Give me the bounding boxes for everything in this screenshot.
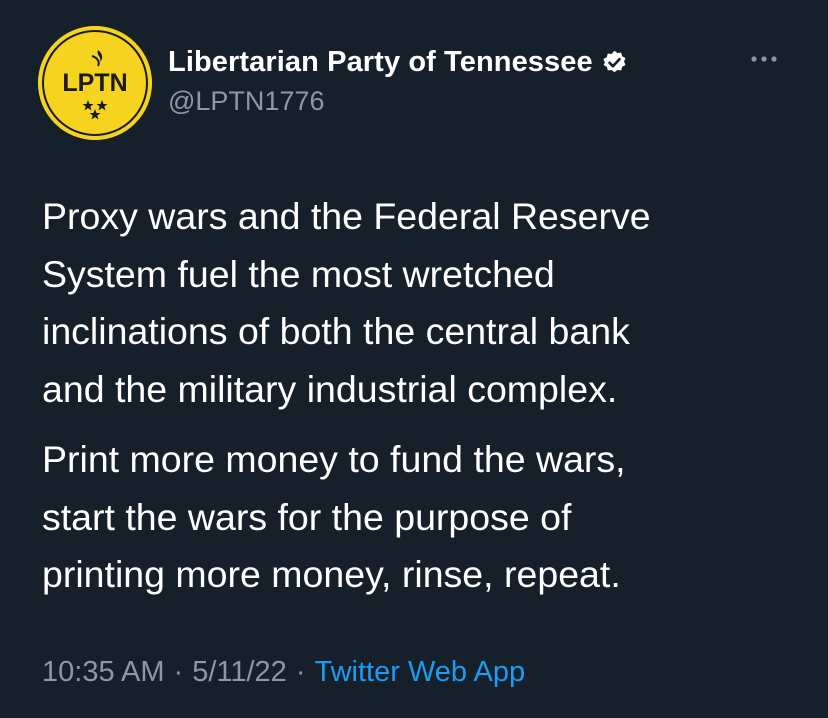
author-name[interactable]: Libertarian Party of Tennessee bbox=[168, 46, 593, 79]
tweet-card: LPTN Libertarian Party of Tennessee @LPT… bbox=[0, 0, 828, 718]
tweet-paragraph: Print more money to fund the wars, start… bbox=[42, 438, 626, 595]
meta-separator: · bbox=[173, 656, 184, 688]
more-options-button[interactable] bbox=[744, 46, 784, 72]
tweet-time[interactable]: 10:35 AM bbox=[42, 656, 165, 689]
tweet-text: Proxy wars and the Federal Reserve Syste… bbox=[42, 188, 812, 604]
meta-separator: · bbox=[295, 656, 306, 688]
tweet-paragraph: Proxy wars and the Federal Reserve Syste… bbox=[42, 195, 651, 410]
avatar-text: LPTN bbox=[62, 69, 127, 97]
avatar[interactable]: LPTN bbox=[38, 26, 152, 140]
verified-badge-icon bbox=[601, 49, 628, 76]
tweet-meta: 10:35 AM · 5/11/22 · Twitter Web App bbox=[42, 656, 525, 689]
lptn-logo-icon: LPTN bbox=[38, 26, 152, 140]
author-handle[interactable]: @LPTN1776 bbox=[168, 86, 325, 117]
tweet-source-link[interactable]: Twitter Web App bbox=[314, 656, 525, 689]
author-name-row[interactable]: Libertarian Party of Tennessee bbox=[168, 44, 628, 80]
tweet-date[interactable]: 5/11/22 bbox=[192, 656, 287, 689]
more-horizontal-icon bbox=[751, 56, 777, 62]
